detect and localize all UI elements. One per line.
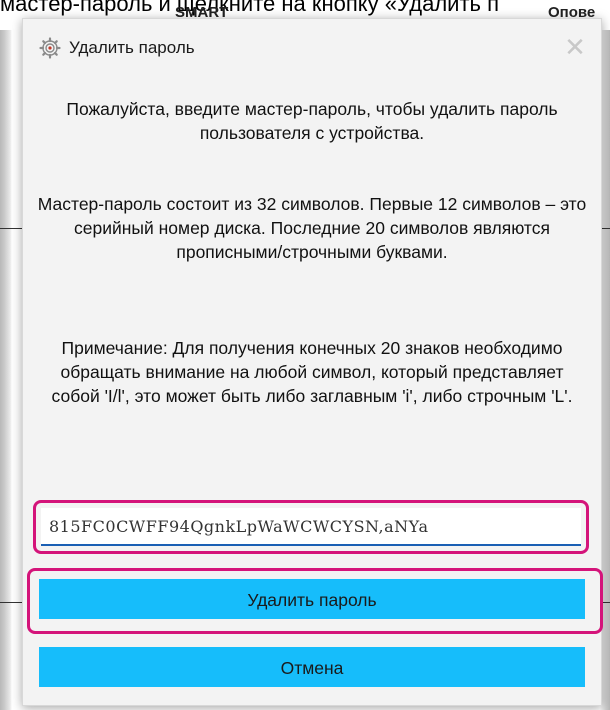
screen: мастер-пароль и щелкните на кнопку «Удал… xyxy=(0,0,610,710)
delete-password-button[interactable]: Удалить пароль xyxy=(39,579,585,619)
background-divider xyxy=(0,602,22,603)
cancel-button[interactable]: Отмена xyxy=(39,647,585,687)
background-instruction-text: мастер-пароль и щелкните на кнопку «Удал… xyxy=(0,0,500,16)
delete-password-dialog: Удалить пароль ✕ Пожалуйста, введите мас… xyxy=(22,18,603,706)
note-paragraph: Примечание: Для получения конечных 20 зн… xyxy=(51,338,573,406)
gear-icon xyxy=(39,37,61,59)
master-password-input[interactable] xyxy=(41,508,581,546)
dialog-titlebar: Удалить пароль ✕ xyxy=(23,19,601,75)
background-divider xyxy=(0,228,22,229)
background-app-edge-left xyxy=(0,30,12,710)
password-format-paragraph: Мастер-пароль состоит из 32 символов. Пе… xyxy=(37,194,587,262)
close-icon[interactable]: ✕ xyxy=(561,33,589,61)
dialog-title: Удалить пароль xyxy=(69,38,195,57)
instruction-paragraph: Пожалуйста, введите мастер-пароль, чтобы… xyxy=(66,99,558,143)
